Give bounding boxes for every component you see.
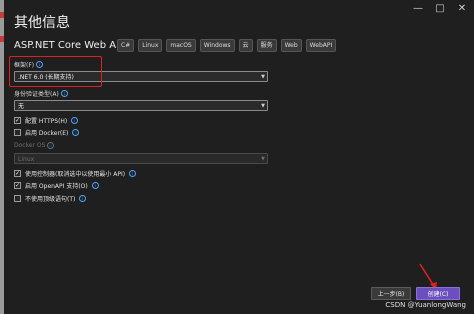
controllers-checkbox[interactable]: ✓ (14, 170, 21, 177)
close-icon[interactable]: ✕ (456, 4, 468, 14)
info-icon[interactable]: i (71, 117, 79, 124)
minimize-icon[interactable]: — (412, 4, 424, 14)
auth-select[interactable]: 无 ▼ (14, 100, 268, 111)
tag-csharp: C# (117, 39, 135, 52)
left-edge-strip (0, 0, 4, 314)
info-icon[interactable]: i (72, 129, 80, 136)
https-checkbox-label: 配置 HTTPS(H) (25, 118, 68, 125)
framework-highlight-box (9, 56, 102, 87)
toplevel-checkbox[interactable] (14, 195, 21, 202)
info-icon[interactable]: i (79, 195, 87, 202)
info-icon[interactable]: i (91, 182, 99, 189)
chevron-down-icon: ▼ (261, 156, 265, 162)
info-icon[interactable]: i (60, 90, 68, 97)
info-icon: i (47, 142, 55, 149)
watermark: CSDN @YuanlongWang (385, 301, 466, 309)
openapi-checkbox[interactable]: ✓ (14, 182, 21, 189)
maximize-icon[interactable]: □ (434, 4, 446, 14)
auth-select-value: 无 (18, 103, 25, 110)
tag-cloud: 云 (238, 39, 253, 52)
docker-os-label-text: Docker OS (14, 142, 46, 149)
chevron-down-icon: ▼ (261, 103, 265, 109)
https-checkbox-row[interactable]: ✓ 配置 HTTPS(H) i (14, 116, 79, 125)
info-icon[interactable]: i (129, 170, 137, 177)
toplevel-checkbox-label: 不使用顶级语句(T) (25, 196, 76, 203)
dialog-title: 其他信息 (14, 15, 70, 31)
chevron-down-icon: ▼ (261, 74, 265, 80)
window-controls: — □ ✕ (412, 4, 468, 14)
template-tags: C# Linux macOS Windows 云 服务 Web WebAPI (117, 39, 337, 52)
tag-windows: Windows (199, 39, 235, 52)
auth-label-text: 身份验证类型(A) (14, 91, 59, 98)
docker-os-select: Linux ▼ (14, 153, 268, 164)
template-name: ASP.NET Core Web API (14, 40, 126, 51)
docker-os-select-value: Linux (18, 156, 35, 163)
left-edge-mark (0, 12, 4, 18)
create-button[interactable]: 创建(C) (416, 287, 460, 300)
docker-checkbox-row[interactable]: 启用 Docker(E) i (14, 128, 80, 137)
docker-checkbox-label: 启用 Docker(E) (25, 130, 69, 137)
controllers-checkbox-row[interactable]: ✓ 使用控制器(取消选中以使用最小 API) i (14, 169, 137, 178)
tag-macos: macOS (166, 39, 196, 52)
back-button[interactable]: 上一步(B) (371, 287, 411, 300)
auth-label: 身份验证类型(A) i (14, 89, 68, 98)
openapi-checkbox-label: 启用 OpenAPI 支持(O) (25, 183, 88, 190)
https-checkbox[interactable]: ✓ (14, 117, 21, 124)
tag-web: Web (280, 39, 302, 52)
controllers-checkbox-label: 使用控制器(取消选中以使用最小 API) (25, 171, 126, 178)
tag-service: 服务 (256, 39, 277, 52)
left-edge-mark (0, 36, 4, 42)
openapi-checkbox-row[interactable]: ✓ 启用 OpenAPI 支持(O) i (14, 181, 99, 190)
tag-linux: Linux (138, 39, 163, 52)
tag-webapi: WebAPI (305, 39, 337, 52)
docker-os-label: Docker OS i (14, 142, 55, 149)
docker-checkbox[interactable] (14, 129, 21, 136)
toplevel-checkbox-row[interactable]: 不使用顶级语句(T) i (14, 194, 87, 203)
